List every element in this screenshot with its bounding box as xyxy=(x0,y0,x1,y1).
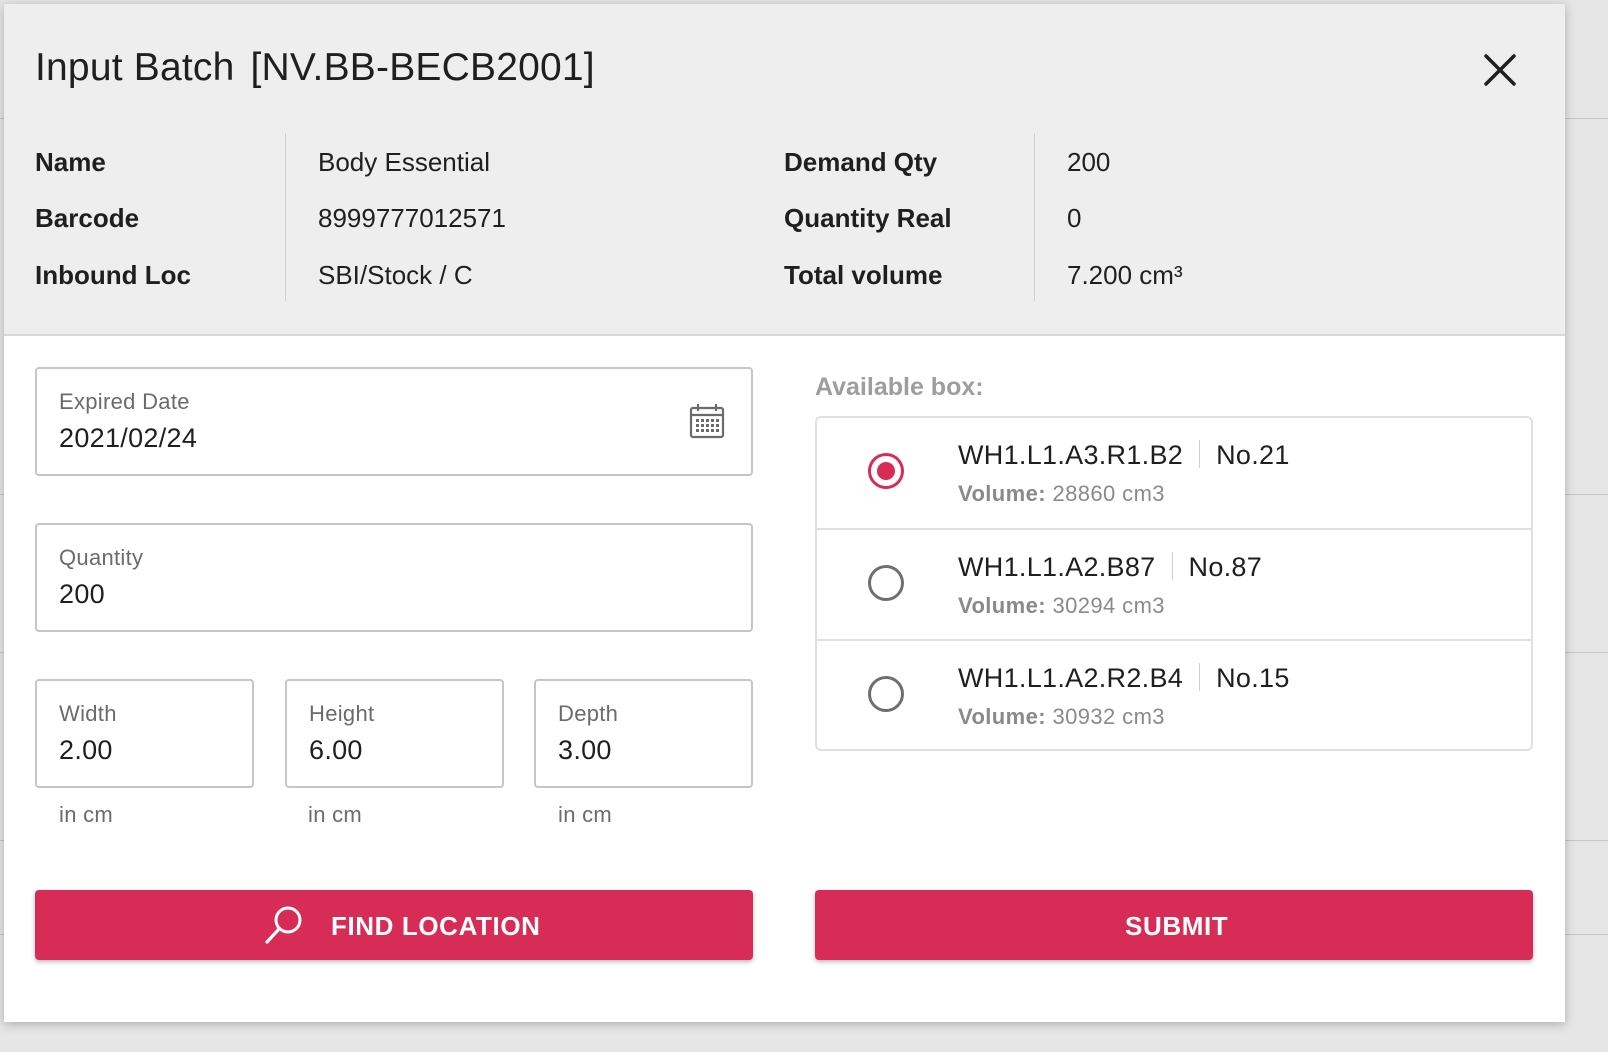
volume-label: Volume: xyxy=(958,481,1046,506)
box-volume: Volume: 30294 cm3 xyxy=(958,593,1165,619)
total-volume-label: Total volume xyxy=(784,260,943,290)
inbound-loc-value: SBI/Stock / C xyxy=(318,260,473,290)
quantity-field[interactable]: Quantity 200 xyxy=(35,523,753,632)
volume-label: Volume: xyxy=(958,704,1046,729)
volume-value: 30932 cm3 xyxy=(1052,704,1165,729)
demand-qty-value: 200 xyxy=(1067,147,1111,177)
quantity-label: Quantity xyxy=(59,545,144,570)
box-separator xyxy=(1171,552,1173,580)
box-code-line: WH1.L1.A2.R2.B4 No.15 xyxy=(958,663,1290,694)
quantity-real-label: Quantity Real xyxy=(784,203,952,233)
input-batch-dialog: Input Batch [NV.BB-BECB2001] Name Barcode… xyxy=(4,4,1565,1022)
box-number: No.87 xyxy=(1188,552,1263,582)
expired-date-value[interactable]: 2021/02/24 xyxy=(59,423,197,454)
total-volume-value: 7.200 cm³ xyxy=(1067,260,1183,290)
radio-unselected[interactable] xyxy=(868,676,904,712)
dialog-title: Input Batch [NV.BB-BECB2001] xyxy=(35,46,595,90)
box-code-line: WH1.L1.A3.R1.B2 No.21 xyxy=(958,440,1290,471)
volume-value: 28860 cm3 xyxy=(1052,481,1165,506)
width-label: Width xyxy=(59,701,117,726)
expired-date-field[interactable]: Expired Date 2021/02/24 xyxy=(35,367,753,476)
radio-unselected[interactable] xyxy=(868,565,904,601)
available-box-title: Available box: xyxy=(815,373,984,401)
depth-label: Depth xyxy=(558,701,619,726)
submit-button[interactable]: SUBMIT xyxy=(815,890,1533,960)
box-code-line: WH1.L1.A2.B87 No.87 xyxy=(958,552,1262,583)
name-value: Body Essential xyxy=(318,147,490,177)
depth-field[interactable]: Depth 3.00 xyxy=(534,679,753,788)
expired-date-label: Expired Date xyxy=(59,389,190,414)
batch-code: [NV.BB-BECB2001] xyxy=(250,46,595,89)
barcode-label: Barcode xyxy=(35,203,140,233)
find-location-label: FIND LOCATION xyxy=(331,911,541,941)
demand-qty-label: Demand Qty xyxy=(784,147,938,177)
submit-label: SUBMIT xyxy=(1125,911,1229,941)
box-code: WH1.L1.A2.R2.B4 xyxy=(958,663,1184,693)
volume-value: 30294 cm3 xyxy=(1052,593,1165,618)
box-separator xyxy=(1199,440,1201,468)
box-code: WH1.L1.A3.R1.B2 xyxy=(958,440,1184,470)
height-value[interactable]: 6.00 xyxy=(309,735,363,766)
box-code: WH1.L1.A2.B87 xyxy=(958,552,1156,582)
radio-selected[interactable] xyxy=(868,453,904,489)
search-icon xyxy=(265,906,302,944)
dialog-title-text: Input Batch xyxy=(35,46,235,89)
quantity-value[interactable]: 200 xyxy=(59,579,105,610)
box-number: No.15 xyxy=(1216,663,1290,693)
box-option[interactable]: WH1.L1.A2.R2.B4 No.15 Volume: 30932 cm3 xyxy=(817,639,1531,751)
width-value[interactable]: 2.00 xyxy=(59,735,113,766)
height-unit-hint: in cm xyxy=(308,802,363,827)
height-field[interactable]: Height 6.00 xyxy=(285,679,504,788)
box-separator xyxy=(1199,663,1201,691)
info-divider xyxy=(285,133,286,301)
box-option[interactable]: WH1.L1.A2.B87 No.87 Volume: 30294 cm3 xyxy=(817,528,1531,640)
box-number: No.21 xyxy=(1216,440,1290,470)
find-location-button[interactable]: FIND LOCATION xyxy=(35,890,753,960)
box-volume: Volume: 30932 cm3 xyxy=(958,704,1165,730)
depth-unit-hint: in cm xyxy=(558,802,613,827)
volume-label: Volume: xyxy=(958,593,1046,618)
width-field[interactable]: Width 2.00 xyxy=(35,679,254,788)
inbound-loc-label: Inbound Loc xyxy=(35,260,191,290)
close-icon xyxy=(1484,54,1516,86)
calendar-icon[interactable] xyxy=(689,403,725,439)
barcode-value: 8999777012571 xyxy=(318,203,506,233)
dialog-header: Input Batch [NV.BB-BECB2001] Name Barcode… xyxy=(4,4,1565,336)
depth-value[interactable]: 3.00 xyxy=(558,735,612,766)
height-label: Height xyxy=(309,701,375,726)
quantity-real-value: 0 xyxy=(1067,203,1082,233)
box-option[interactable]: WH1.L1.A3.R1.B2 No.21 Volume: 28860 cm3 xyxy=(817,418,1531,528)
close-button[interactable] xyxy=(1478,48,1522,92)
box-volume: Volume: 28860 cm3 xyxy=(958,481,1165,507)
available-box-list: WH1.L1.A3.R1.B2 No.21 Volume: 28860 cm3 W… xyxy=(815,416,1533,751)
width-unit-hint: in cm xyxy=(59,802,114,827)
info-divider xyxy=(1034,133,1035,301)
name-label: Name xyxy=(35,147,106,177)
